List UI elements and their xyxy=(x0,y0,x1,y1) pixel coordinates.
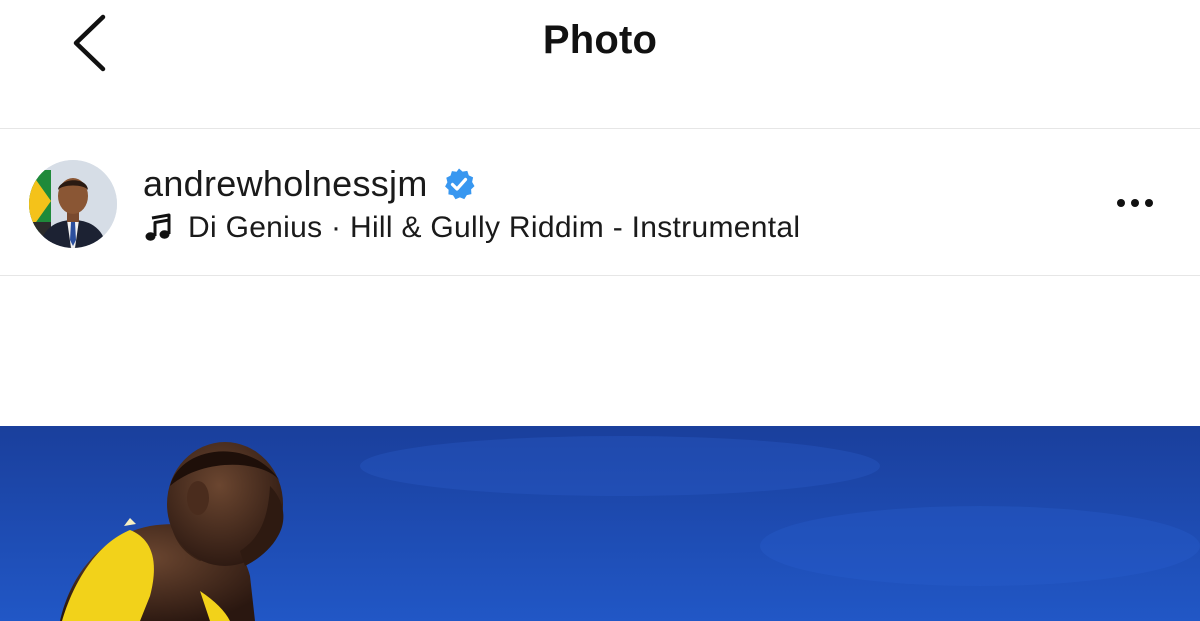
avatar-image xyxy=(29,160,117,248)
page-title: Photo xyxy=(542,18,658,62)
username[interactable]: andrewholnessjm xyxy=(143,163,428,205)
top-nav-bar: Photo xyxy=(0,0,1200,129)
verified-badge-icon xyxy=(442,167,476,201)
more-options-button[interactable] xyxy=(1110,183,1160,223)
music-note-icon xyxy=(143,213,173,243)
back-button[interactable] xyxy=(60,10,120,74)
post-header: andrewholnessjm Di Genius · Hill & Gully… xyxy=(0,129,1200,276)
athlete-photo-image xyxy=(0,426,1200,621)
audio-track-label[interactable]: Di Genius · Hill & Gully Riddim - Instru… xyxy=(188,211,800,245)
more-horizontal-icon xyxy=(1117,199,1153,207)
post-photo[interactable] xyxy=(0,426,1200,621)
photo-screen: Photo andrewholnessjm Di Genius · Hill &… xyxy=(0,0,1200,621)
avatar[interactable] xyxy=(29,160,117,248)
username-row[interactable]: andrewholnessjm xyxy=(143,162,476,206)
audio-attribution[interactable]: Di Genius · Hill & Gully Riddim - Instru… xyxy=(143,208,800,248)
chevron-left-icon xyxy=(73,14,106,72)
